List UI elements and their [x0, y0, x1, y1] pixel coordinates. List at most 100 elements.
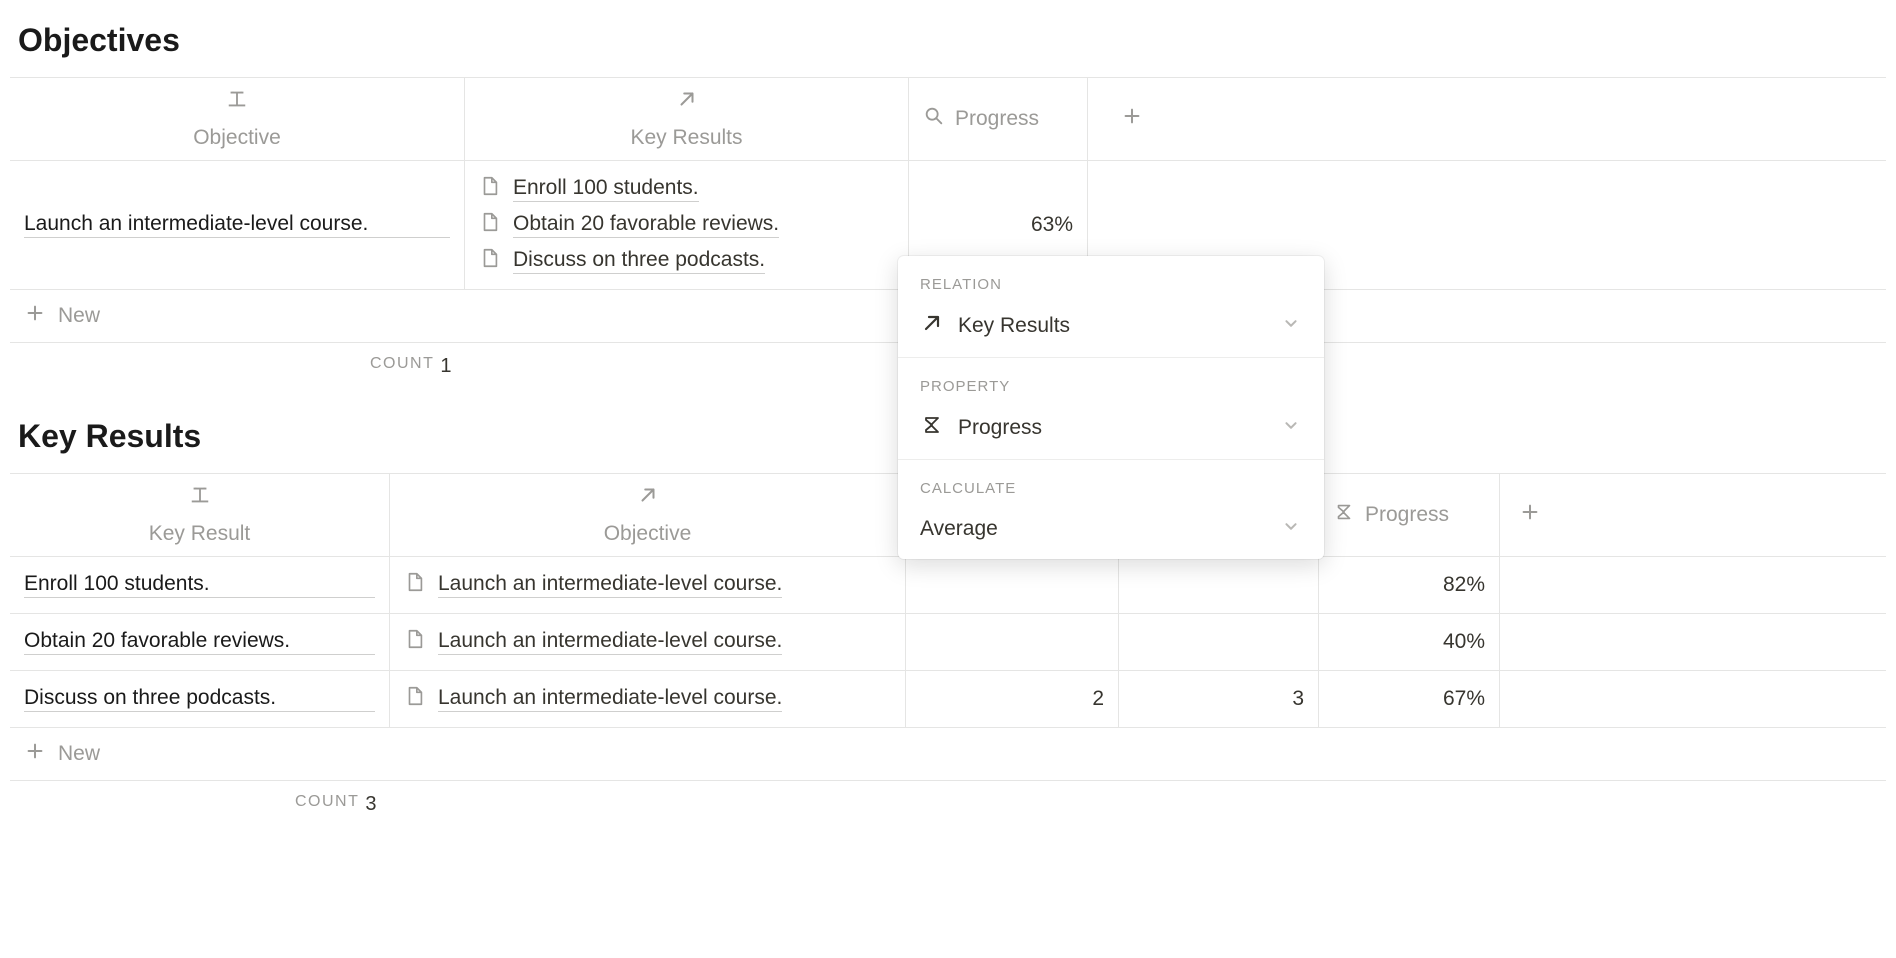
- objective-relation-cell[interactable]: Launch an intermediate-level course.: [390, 557, 906, 613]
- key-result-title-cell[interactable]: Obtain 20 favorable reviews.: [10, 614, 390, 670]
- column-header-progress[interactable]: Progress: [909, 78, 1088, 160]
- count-aggregation[interactable]: COUNT 3: [10, 781, 1886, 828]
- progress-value: 40%: [1443, 630, 1485, 654]
- number-value: 3: [1292, 687, 1304, 711]
- objective-relation-cell[interactable]: Launch an intermediate-level course.: [390, 614, 906, 670]
- add-column-button[interactable]: [1088, 78, 1176, 160]
- objective-title-text: Launch an intermediate-level course.: [24, 212, 450, 238]
- progress-cell[interactable]: 82%: [1319, 557, 1500, 613]
- page-icon: [404, 685, 426, 713]
- page-icon: [479, 247, 501, 275]
- formula-property-icon: [1333, 501, 1355, 529]
- number-cell[interactable]: [906, 614, 1119, 670]
- key-result-title-text: Obtain 20 favorable reviews.: [24, 629, 375, 655]
- popover-calculate-select[interactable]: Average: [898, 503, 1324, 559]
- empty-cell: [1500, 557, 1560, 613]
- relation-item-label: Enroll 100 students.: [513, 176, 699, 202]
- column-header-objective-label: Objective: [604, 522, 692, 546]
- objectives-title: Objectives: [18, 22, 1886, 59]
- column-header-key-results-label: Key Results: [630, 126, 742, 150]
- number-cell[interactable]: [1119, 557, 1319, 613]
- popover-calculate-label: CALCULATE: [898, 460, 1324, 503]
- page-icon: [479, 175, 501, 203]
- popover-relation-value: Key Results: [958, 314, 1070, 338]
- table-row[interactable]: Obtain 20 favorable reviews. Launch an i…: [10, 614, 1886, 671]
- plus-icon: [1519, 501, 1541, 529]
- new-row-label: New: [58, 742, 100, 766]
- count-value: 1: [440, 355, 451, 378]
- column-header-objective-label: Objective: [193, 126, 281, 150]
- table-row[interactable]: Enroll 100 students. Launch an intermedi…: [10, 557, 1886, 614]
- popover-property-select[interactable]: Progress: [898, 401, 1324, 459]
- relation-item[interactable]: Obtain 20 favorable reviews.: [479, 207, 894, 243]
- relation-item-label: Obtain 20 favorable reviews.: [513, 212, 779, 238]
- relation-item-label: Launch an intermediate-level course.: [438, 686, 782, 712]
- objectives-header-row: Objective Key Results Progress: [10, 78, 1886, 161]
- column-header-objective[interactable]: Objective: [10, 78, 465, 160]
- count-value: 3: [365, 793, 376, 816]
- arrow-up-right-icon: [920, 311, 944, 341]
- plus-icon: [24, 740, 46, 768]
- empty-cell: [1500, 614, 1560, 670]
- column-header-key-result[interactable]: Key Result: [10, 474, 390, 556]
- number-value: 2: [1092, 687, 1104, 711]
- add-column-button[interactable]: [1500, 474, 1560, 556]
- new-row-label: New: [58, 304, 100, 328]
- rollup-property-icon: [923, 105, 945, 133]
- relation-property-icon: [637, 484, 659, 512]
- relation-item[interactable]: Discuss on three podcasts.: [479, 243, 894, 279]
- relation-item[interactable]: Launch an intermediate-level course.: [404, 681, 891, 717]
- key-result-title-text: Discuss on three podcasts.: [24, 686, 375, 712]
- title-property-icon: [226, 88, 248, 116]
- page-icon: [404, 628, 426, 656]
- column-header-objective[interactable]: Objective: [390, 474, 906, 556]
- new-row-button[interactable]: New: [10, 728, 1886, 781]
- sigma-icon: [920, 413, 944, 443]
- chevron-down-icon: [1280, 312, 1302, 340]
- empty-cell: [1500, 671, 1560, 727]
- count-label: COUNT: [295, 793, 359, 816]
- key-result-title-cell[interactable]: Discuss on three podcasts.: [10, 671, 390, 727]
- number-cell[interactable]: [906, 557, 1119, 613]
- relation-item[interactable]: Launch an intermediate-level course.: [404, 624, 891, 660]
- popover-calculate-value: Average: [920, 517, 998, 541]
- table-row[interactable]: Discuss on three podcasts. Launch an int…: [10, 671, 1886, 728]
- column-header-progress-label: Progress: [1365, 503, 1449, 527]
- progress-value: 67%: [1443, 687, 1485, 711]
- number-cell[interactable]: [1119, 614, 1319, 670]
- rollup-config-popover: RELATION Key Results PROPERTY Progress C…: [898, 256, 1324, 559]
- key-result-title-text: Enroll 100 students.: [24, 572, 375, 598]
- plus-icon: [24, 302, 46, 330]
- key-results-cell[interactable]: Enroll 100 students. Obtain 20 favorable…: [465, 161, 909, 289]
- number-cell[interactable]: 3: [1119, 671, 1319, 727]
- popover-property-value: Progress: [958, 416, 1042, 440]
- progress-cell[interactable]: 40%: [1319, 614, 1500, 670]
- relation-item[interactable]: Enroll 100 students.: [479, 171, 894, 207]
- relation-item-label: Launch an intermediate-level course.: [438, 572, 782, 598]
- chevron-down-icon: [1280, 515, 1302, 543]
- column-header-key-results[interactable]: Key Results: [465, 78, 909, 160]
- count-label: COUNT: [370, 355, 434, 378]
- popover-relation-label: RELATION: [898, 256, 1324, 299]
- title-property-icon: [189, 484, 211, 512]
- relation-item-label: Launch an intermediate-level course.: [438, 629, 782, 655]
- chevron-down-icon: [1280, 414, 1302, 442]
- progress-value: 82%: [1443, 573, 1485, 597]
- progress-cell[interactable]: 67%: [1319, 671, 1500, 727]
- relation-item[interactable]: Launch an intermediate-level course.: [404, 567, 891, 603]
- column-header-progress-label: Progress: [955, 107, 1039, 131]
- objective-title-cell[interactable]: Launch an intermediate-level course.: [10, 161, 465, 289]
- plus-icon: [1121, 105, 1143, 133]
- number-cell[interactable]: 2: [906, 671, 1119, 727]
- page-icon: [479, 211, 501, 239]
- key-result-title-cell[interactable]: Enroll 100 students.: [10, 557, 390, 613]
- relation-property-icon: [676, 88, 698, 116]
- popover-property-label: PROPERTY: [898, 358, 1324, 401]
- column-header-key-result-label: Key Result: [149, 522, 251, 546]
- progress-value: 63%: [1031, 213, 1073, 237]
- page-icon: [404, 571, 426, 599]
- relation-item-label: Discuss on three podcasts.: [513, 248, 765, 274]
- popover-relation-select[interactable]: Key Results: [898, 299, 1324, 357]
- objective-relation-cell[interactable]: Launch an intermediate-level course.: [390, 671, 906, 727]
- column-header-progress[interactable]: Progress: [1319, 474, 1500, 556]
